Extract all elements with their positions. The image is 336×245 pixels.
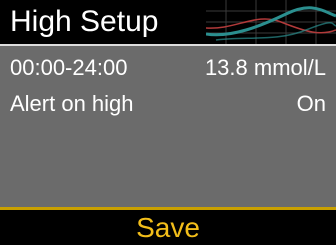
page-title: High Setup [10,5,159,38]
footer-bar: Save [0,210,336,245]
save-button[interactable]: Save [0,210,336,245]
setting-row-time-range[interactable]: 00:00-24:00 13.8 mmol/L [0,50,336,86]
time-range-label: 00:00-24:00 [10,55,128,80]
high-limit-value: 13.8 mmol/L [204,55,326,80]
header-bar: High Setup [0,0,336,44]
glucose-trend-graphic-icon [206,0,336,44]
setting-row-alert-on-high[interactable]: Alert on high On [0,86,336,122]
alert-on-high-label: Alert on high [10,91,134,116]
device-screen: High Setup 00:00-24:00 13.8 mmol/L Alert… [0,0,336,245]
header-divider [0,44,336,46]
alert-on-high-value: On [296,91,326,116]
